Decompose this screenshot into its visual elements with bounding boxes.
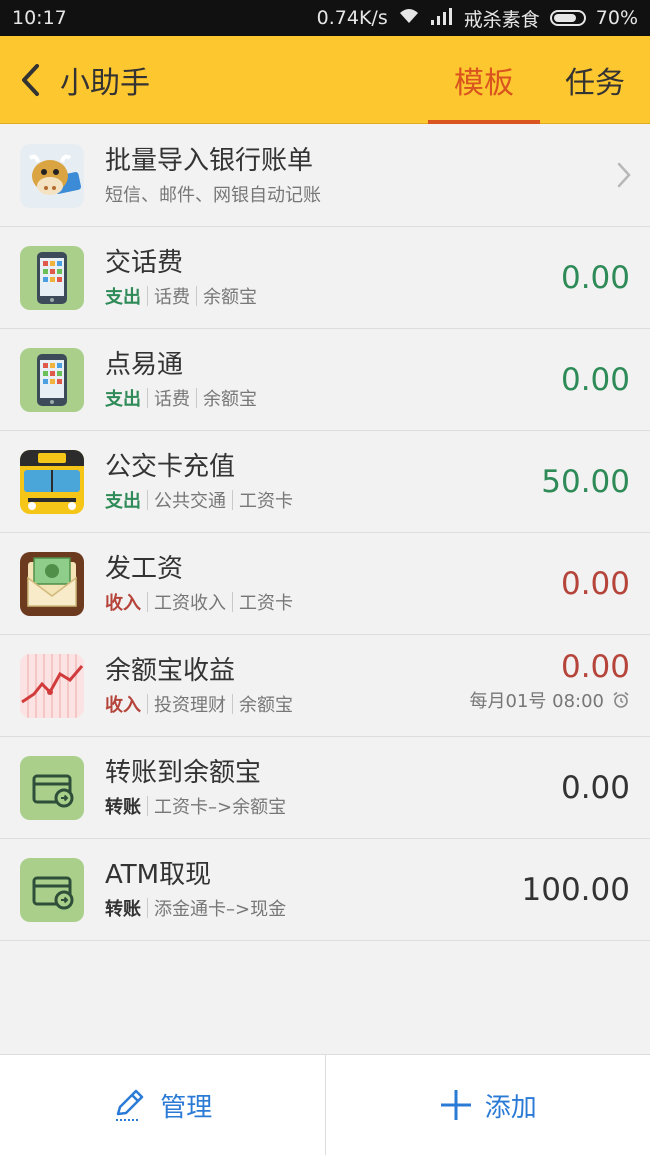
item-account: 工资卡 (239, 491, 293, 512)
app-bar: 小助手 模板 任务 (0, 36, 650, 124)
item-type: 转账 (105, 797, 141, 818)
item-type: 转账 (105, 899, 141, 920)
add-label: 添加 (484, 1092, 537, 1123)
signal-icon (430, 7, 454, 30)
list-item-phone-bill[interactable]: 交话费 支出 话费 余额宝 0.00 (0, 227, 650, 329)
status-bar: 10:17 0.74K/s 戒杀素食 70% (0, 0, 650, 36)
back-button[interactable] (0, 36, 60, 124)
list-item-dianyitong[interactable]: 点易通 支出 话费 余额宝 0.00 (0, 329, 650, 431)
manage-button[interactable]: 管理 (0, 1055, 325, 1155)
pencil-icon (116, 1089, 144, 1121)
status-time: 10:17 (12, 7, 67, 29)
item-schedule: 每月01号 08:00 (470, 687, 631, 713)
item-type: 支出 (105, 389, 141, 410)
item-title: 批量导入银行账单 (105, 146, 314, 176)
card-transfer-icon (20, 857, 84, 922)
schedule-text: 每月01号 08:00 (469, 691, 605, 712)
item-amount: 100.00 (521, 871, 630, 908)
manage-label: 管理 (160, 1092, 213, 1123)
item-account: 余额宝 (203, 287, 257, 308)
item-amount: 0.00 (560, 769, 630, 806)
item-category: 话费 (154, 287, 190, 308)
item-category: 投资理财 (154, 695, 226, 716)
card-transfer-icon (20, 755, 84, 820)
wifi-icon (398, 7, 420, 30)
item-title: 点易通 (105, 350, 184, 380)
item-title: 转账到余额宝 (105, 758, 262, 788)
item-type: 收入 (105, 695, 141, 716)
chevron-left-icon (22, 63, 39, 96)
alarm-clock-icon (613, 691, 629, 708)
battery-level: 70% (595, 7, 638, 29)
list-item-salary[interactable]: 发工资 收入 工资收入 工资卡 0.00 (0, 533, 650, 635)
item-amount: 0.00 (560, 361, 630, 398)
list-item-bus-card[interactable]: 公交卡充值 支出 公共交通 工资卡 50.00 (0, 431, 650, 533)
battery-icon (549, 10, 586, 26)
carrier-name: 戒杀素食 (463, 8, 540, 31)
tab-template[interactable]: 模板 (428, 36, 540, 124)
list-item-import-bank-bill[interactable]: 批量导入银行账单 短信、邮件、网银自动记账 (0, 125, 650, 227)
item-account: 余额宝 (203, 389, 257, 410)
item-transfer-detail: 工资卡–>余额宝 (154, 797, 287, 818)
item-type: 支出 (105, 491, 141, 512)
stock-chart-icon (20, 653, 84, 718)
add-button[interactable]: 添加 (326, 1055, 650, 1155)
item-amount: 0.00 (560, 259, 630, 296)
item-category: 话费 (154, 389, 190, 410)
network-speed: 0.74K/s (316, 7, 388, 29)
item-transfer-detail: 添金通卡–>现金 (154, 899, 287, 920)
plus-icon (440, 1090, 471, 1120)
tab-task[interactable]: 任务 (540, 36, 650, 124)
item-account: 工资卡 (239, 593, 293, 614)
item-title: 发工资 (105, 554, 184, 584)
cow-mascot-icon (20, 143, 84, 208)
item-category: 公共交通 (154, 491, 226, 512)
phone-icon (20, 245, 84, 310)
item-amount: 50.00 (541, 463, 630, 500)
bottom-toolbar: 管理 添加 (0, 1054, 650, 1155)
bus-icon (20, 449, 84, 514)
item-type: 收入 (105, 593, 141, 614)
template-list: 批量导入银行账单 短信、邮件、网银自动记账 交话费 支出 话费 余额宝 0.00… (0, 125, 650, 941)
item-account: 余额宝 (239, 695, 293, 716)
phone-icon (20, 347, 84, 412)
list-item-atm-withdraw[interactable]: ATM取现 转账 添金通卡–>现金 100.00 (0, 839, 650, 941)
item-category: 工资收入 (154, 593, 226, 614)
item-subtitle: 短信、邮件、网银自动记账 (105, 185, 321, 206)
page-title: 小助手 (60, 65, 150, 101)
list-item-yuebao-earnings[interactable]: 余额宝收益 收入 投资理财 余额宝 0.00 每月01号 08:00 (0, 635, 650, 737)
list-item-transfer-yuebao[interactable]: 转账到余额宝 转账 工资卡–>余额宝 0.00 (0, 737, 650, 839)
item-title: 交话费 (105, 248, 184, 278)
item-title: 余额宝收益 (105, 656, 236, 686)
item-type: 支出 (105, 287, 141, 308)
item-amount: 0.00 (560, 649, 630, 685)
chevron-right-icon (617, 162, 631, 188)
salary-envelope-icon (20, 551, 84, 616)
item-amount: 0.00 (560, 565, 630, 602)
